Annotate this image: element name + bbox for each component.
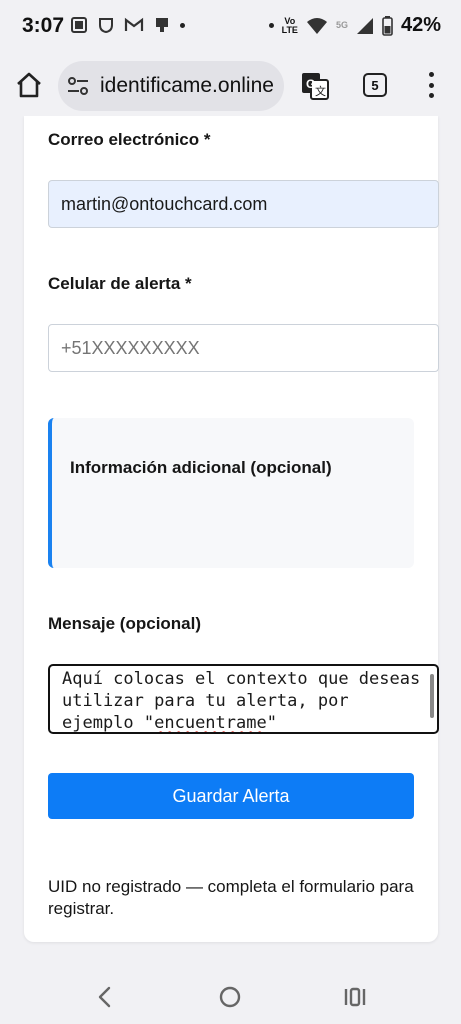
- status-bar: 3:07 Vo LTE 5G 42%: [0, 0, 461, 56]
- more-notifications-dot: [180, 22, 185, 28]
- screenshot-notification-icon: [71, 17, 87, 33]
- tabs-button[interactable]: 5: [363, 73, 387, 97]
- textarea-scrollbar[interactable]: [430, 674, 434, 718]
- fiveg-indicator: 5G: [335, 20, 348, 30]
- gmail-notification-icon: [124, 17, 144, 31]
- notification-icons: [70, 16, 185, 34]
- system-status-icons: Vo LTE 5G 42%: [268, 14, 441, 37]
- wifi-icon: [306, 17, 327, 34]
- url-text: identificame.online: [100, 74, 274, 97]
- home-circle-icon[interactable]: [217, 984, 243, 1010]
- message-label: Mensaje (opcional): [48, 614, 202, 633]
- save-alert-button[interactable]: Guardar Alerta: [48, 773, 414, 819]
- recent-apps-icon[interactable]: [342, 984, 368, 1010]
- more-menu-icon[interactable]: [426, 72, 436, 98]
- app-notification-icon: [156, 18, 168, 32]
- phone-label: Celular de alerta *: [48, 274, 192, 293]
- status-message: UID no registrado — completa el formular…: [48, 877, 414, 918]
- status-dot: [268, 23, 274, 28]
- misspelled-word: encuentrame: [154, 713, 267, 733]
- phone-placeholder: +51XXXXXXXXX: [61, 337, 200, 358]
- system-nav-bar: [0, 972, 461, 1024]
- status-time: 3:07: [22, 14, 65, 37]
- email-field[interactable]: martin@ontouchcard.com: [48, 180, 439, 228]
- message-textarea[interactable]: Aquí colocas el contexto que deseas util…: [48, 664, 439, 734]
- address-bar[interactable]: identificame.online: [58, 61, 284, 111]
- email-label: Correo electrónico *: [48, 130, 211, 149]
- shield-notification-icon: [99, 18, 113, 34]
- email-value: martin@ontouchcard.com: [61, 193, 268, 214]
- web-page: Correo electrónico * martin@ontouchcard.…: [0, 116, 461, 972]
- additional-info-section: Información adicional (opcional): [48, 418, 414, 568]
- signal-icon: [356, 17, 373, 34]
- svg-text:文: 文: [315, 84, 326, 98]
- home-icon[interactable]: [14, 70, 44, 100]
- site-settings-icon[interactable]: [67, 76, 89, 96]
- battery-icon: [382, 15, 393, 36]
- additional-info-title: Información adicional (opcional): [70, 458, 332, 477]
- back-icon[interactable]: [92, 984, 118, 1010]
- phone-field[interactable]: +51XXXXXXXXX: [48, 324, 439, 372]
- browser-toolbar: identificame.online G文 5: [0, 56, 461, 116]
- volte-indicator: Vo LTE: [281, 15, 298, 35]
- battery-percent: 42%: [400, 14, 441, 36]
- svg-text:G: G: [306, 77, 315, 91]
- translate-icon[interactable]: G文: [300, 71, 330, 101]
